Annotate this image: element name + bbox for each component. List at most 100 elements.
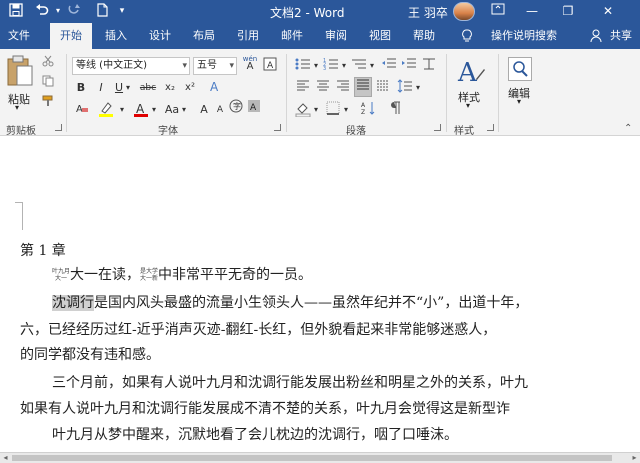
underline-dropdown-icon[interactable]: ▾ [124,79,132,97]
share-person-icon [588,23,604,49]
restore-button[interactable]: ❐ [552,0,584,23]
shading-dropdown-icon[interactable]: ▾ [312,101,320,119]
justify-icon[interactable] [354,77,372,97]
ribbon-tabs: 文件 开始 插入 设计 布局 引用 邮件 审阅 视图 帮助 操作说明搜索 共享 [0,23,640,49]
styles-launcher-icon[interactable] [487,124,494,131]
tab-file[interactable]: 文件 [0,23,38,49]
line1-text-a: 大一在读， [70,267,141,283]
show-marks-icon[interactable] [386,101,404,119]
copy-icon[interactable] [40,75,56,93]
bullets-dropdown-icon[interactable]: ▾ [312,57,320,75]
crop-mark [15,202,22,203]
highlight-dropdown-icon[interactable]: ▾ [118,101,126,119]
collapse-ribbon-icon[interactable]: ⌃ [624,123,632,134]
strikethrough-button[interactable]: abc [138,79,158,97]
phonetic-char-label: A [246,61,254,72]
text-effects-icon[interactable]: A [206,79,224,97]
font-name-select[interactable]: 等线 (中文正文) ▾ [72,57,190,75]
font-launcher-icon[interactable] [274,124,281,131]
tab-insert[interactable]: 插入 [98,23,134,49]
line1-text-b: 中非常平平无奇的一员。 [158,267,313,283]
character-shading-icon[interactable]: A [246,99,262,117]
line-spacing-dropdown-icon[interactable]: ▾ [414,79,422,97]
selected-text[interactable]: 沈调行 [52,295,94,311]
shading-icon[interactable] [294,101,312,119]
share-button[interactable]: 共享 [604,23,638,49]
tell-me-search[interactable]: 操作说明搜索 [484,23,564,49]
close-button[interactable]: ✕ [592,0,624,23]
chinese-layout-icon[interactable] [420,57,438,75]
tab-references[interactable]: 引用 [230,23,266,49]
clipboard-icon [7,55,33,86]
svg-text:A: A [76,104,83,115]
svg-text:3: 3 [323,66,326,71]
svg-text:A: A [361,102,366,109]
line-spacing-icon[interactable] [396,79,414,97]
save-icon[interactable] [6,3,26,19]
numbering-dropdown-icon[interactable]: ▾ [340,57,348,75]
align-center-icon[interactable] [314,79,332,97]
tab-mailings[interactable]: 邮件 [274,23,310,49]
avatar[interactable] [453,2,475,21]
ribbon-display-options-icon[interactable] [488,3,508,19]
clipboard-launcher-icon[interactable] [55,124,62,131]
tab-home[interactable]: 开始 [50,23,92,49]
editing-button[interactable]: 编辑 ▾ [504,55,538,115]
tab-review[interactable]: 审阅 [318,23,354,49]
styles-dropdown-icon: ▾ [466,101,471,110]
tab-view[interactable]: 视图 [362,23,398,49]
shrink-font-icon[interactable]: A [212,101,228,119]
cut-icon[interactable] [40,55,56,73]
highlight-color-icon[interactable] [96,101,116,119]
styles-button[interactable]: A 样式 ▾ [452,55,492,115]
scroll-right-icon[interactable]: ▸ [629,453,640,463]
phonetic-guide-button[interactable]: wén A [242,55,258,73]
align-right-icon[interactable] [334,79,352,97]
multilevel-dropdown-icon[interactable]: ▾ [368,57,376,75]
distributed-icon[interactable] [374,79,392,97]
redo-icon[interactable] [64,3,84,19]
italic-button[interactable]: I [94,79,108,97]
font-size-select[interactable]: 五号 ▾ [193,57,237,75]
clear-formatting-icon[interactable]: A [74,101,90,119]
user-name[interactable]: 王 羽卒 [408,4,448,21]
border-characters-icon[interactable]: A [262,57,278,75]
grow-font-icon[interactable]: A [196,101,212,119]
new-document-icon[interactable] [92,3,112,19]
superscript-button[interactable]: x² [182,79,198,97]
borders-dropdown-icon[interactable]: ▾ [342,101,350,119]
change-case-button[interactable]: Aa [162,101,182,119]
borders-icon[interactable] [324,101,342,119]
paragraph-line-3: 六，已经经历过红-近乎消声灭迹-翻红-长红，但外貌看起来非常能够迷惑人， [20,322,497,338]
multilevel-list-icon[interactable] [350,57,368,75]
numbering-icon[interactable]: 123 [322,57,340,75]
paragraph-line-2: 沈调行是国内风头最盛的流量小生领头人——虽然年纪并不“小”，出道十年， [52,293,528,313]
bold-button[interactable]: B [74,79,88,97]
scrollbar-thumb[interactable] [12,455,612,461]
ribbon: 粘贴 ▾ 剪贴板 等线 (中文正文) ▾ 五号 ▾ wén A A B I U … [0,49,640,137]
align-left-icon[interactable] [294,79,312,97]
sort-icon[interactable]: AZ [360,101,378,119]
paste-button[interactable]: 粘贴 ▾ [4,53,36,112]
subscript-button[interactable]: x₂ [162,79,178,97]
font-color-icon[interactable]: A [132,101,150,119]
tab-layout[interactable]: 布局 [186,23,222,49]
minimize-button[interactable]: — [516,0,548,23]
customize-quick-access-icon[interactable]: ▾ [112,3,132,19]
paragraph-launcher-icon[interactable] [434,124,441,131]
scroll-left-icon[interactable]: ◂ [0,453,11,463]
tab-help[interactable]: 帮助 [406,23,442,49]
horizontal-scrollbar[interactable]: ◂ ▸ [0,452,640,463]
paragraph-line-1: 叶九月 大一 大一在读， 是大学 大一新 中非常平平无奇的一员。 [52,265,312,285]
enclose-characters-icon[interactable]: 字 [228,99,244,117]
decrease-indent-icon[interactable] [380,57,398,75]
tab-design[interactable]: 设计 [142,23,178,49]
change-case-dropdown-icon[interactable]: ▾ [180,101,188,119]
phonetic-annotation: 是大学 大一新 [140,268,158,282]
font-color-dropdown-icon[interactable]: ▾ [150,101,158,119]
bullets-icon[interactable] [294,57,312,75]
increase-indent-icon[interactable] [400,57,418,75]
styles-group-label: 样式 [454,126,474,137]
format-painter-icon[interactable] [40,95,56,113]
paste-dropdown-icon: ▾ [15,103,20,112]
